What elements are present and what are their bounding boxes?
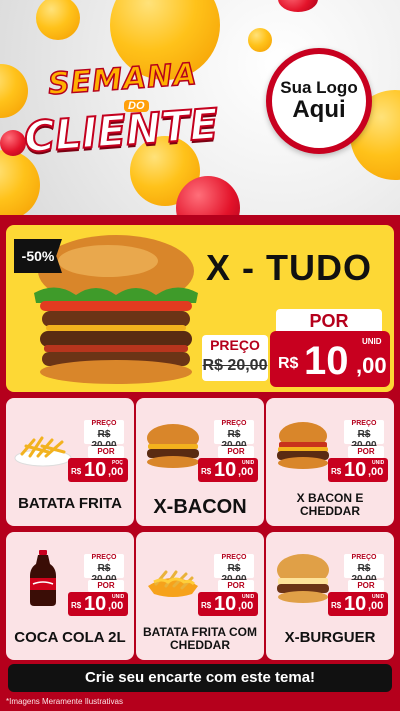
price-cents: ,00	[368, 466, 384, 478]
por-label: POR	[218, 446, 254, 458]
campaign-title: SEMANA DO CLIENTE	[18, 56, 258, 163]
logo-placeholder[interactable]: Sua Logo Aqui	[266, 48, 372, 154]
por-label: POR	[276, 309, 382, 333]
price-tag: R$ 10 UNID ,00	[328, 592, 388, 616]
product-card[interactable]: PREÇO R$ 20,00 POR R$ 10 UNID ,00 COCA C…	[6, 532, 134, 660]
product-name: COCA COLA 2L	[14, 629, 126, 646]
old-price-box: PREÇO R$ 20,00	[344, 420, 384, 451]
price-tag: R$ 10 UNID ,00	[198, 592, 258, 616]
product-card[interactable]: PREÇO R$ 20,00 POR R$ 10 UNID ,00 X-BACO…	[136, 398, 264, 526]
old-price-box: PREÇO R$ 20,00	[214, 420, 254, 451]
old-price-box: PREÇO R$ 20,00	[84, 554, 124, 585]
unit-label: UNID	[362, 337, 382, 346]
price-cents: ,00	[368, 600, 384, 612]
heart-emoji-decoration	[278, 0, 318, 12]
fries-cheddar-icon	[148, 570, 198, 597]
create-flyer-button[interactable]: Crie seu encarte com este tema!	[8, 664, 392, 692]
price-cents: ,00	[356, 353, 387, 378]
product-name: X-BACON	[153, 496, 247, 518]
price-integer: 10	[304, 339, 349, 383]
price-integer: 10	[214, 459, 237, 481]
preco-label: PREÇO	[91, 420, 117, 427]
por-label: POR	[348, 580, 384, 592]
preco-label: PREÇO	[351, 554, 377, 561]
price-integer: 10	[84, 593, 107, 615]
por-label: POR	[348, 446, 384, 458]
emoji-decoration	[36, 0, 80, 40]
burger-icon	[147, 424, 199, 468]
price-tag: R$ 10 POÇ ,00	[68, 458, 128, 482]
product-card[interactable]: PREÇO R$ 20,00 POR R$ 10 POÇ ,00 BATATA …	[6, 398, 134, 526]
fries-icon	[14, 436, 72, 467]
price-cents: ,00	[108, 466, 124, 478]
old-price-box: PREÇO R$ 20,00	[84, 420, 124, 451]
price-integer: 10	[84, 459, 107, 481]
title-top-text: SEMANA	[46, 56, 199, 103]
product-grid: PREÇO R$ 20,00 POR R$ 10 POÇ ,00 BATATA …	[4, 398, 396, 660]
footnote: *Imagens Meramente Ilustrativas	[6, 697, 123, 706]
preco-label: PREÇO	[210, 337, 260, 353]
product-name: BATATA FRITA	[18, 495, 122, 512]
currency-symbol: R$	[71, 467, 82, 476]
header-banner: SEMANA DO CLIENTE Sua Logo Aqui	[0, 0, 400, 215]
old-price-box: PREÇO R$ 20,00	[344, 554, 384, 585]
product-name: BATATA FRITA COM CHEDDAR	[143, 625, 257, 653]
price-cents: ,00	[108, 600, 124, 612]
emoji-decoration	[248, 28, 272, 52]
featured-price-tag: R$ 10 UNID ,00	[270, 331, 390, 387]
price-integer: 10	[344, 459, 367, 481]
product-card[interactable]: PREÇO R$ 20,00 POR R$ 10 UNID ,00 BATATA…	[136, 532, 264, 660]
old-price-box: PREÇO R$ 20,00	[214, 554, 254, 585]
preco-label: PREÇO	[221, 554, 247, 561]
product-name: X-BURGUER	[284, 629, 376, 646]
price-tag: R$ 10 UNID ,00	[68, 592, 128, 616]
soda-bottle-icon	[30, 550, 56, 606]
currency-symbol: R$	[201, 601, 212, 610]
old-price: R$ 20,00	[202, 357, 268, 374]
por-label: POR	[218, 580, 254, 592]
price-integer: 10	[344, 593, 367, 615]
currency-symbol: R$	[331, 601, 342, 610]
product-card[interactable]: PREÇO R$ 20,00 POR R$ 10 UNID ,00 X BACO…	[266, 398, 394, 526]
price-integer: 10	[214, 593, 237, 615]
price-cents: ,00	[238, 466, 254, 478]
burger-icon	[277, 422, 329, 469]
featured-old-price-box: PREÇO R$ 20,00	[202, 335, 268, 381]
preco-label: PREÇO	[221, 420, 247, 427]
discount-badge: -50%	[14, 239, 62, 273]
logo-line1: Sua Logo	[280, 78, 358, 98]
currency-symbol: R$	[278, 355, 299, 372]
burger-icon	[277, 554, 329, 603]
currency-symbol: R$	[71, 601, 82, 610]
preco-label: PREÇO	[91, 554, 117, 561]
por-label: POR	[88, 580, 124, 592]
currency-symbol: R$	[201, 467, 212, 476]
currency-symbol: R$	[331, 467, 342, 476]
featured-product-card[interactable]: -50% X - TUDO PREÇO R$ 20,00 POR R$ 10 U…	[6, 225, 394, 392]
product-card[interactable]: PREÇO R$ 20,00 POR R$ 10 UNID ,00 X-BURG…	[266, 532, 394, 660]
product-name: X BACON E CHEDDAR	[296, 491, 364, 519]
price-tag: R$ 10 UNID ,00	[328, 458, 388, 482]
featured-product-name: X - TUDO	[206, 247, 372, 288]
preco-label: PREÇO	[351, 420, 377, 427]
price-tag: R$ 10 UNID ,00	[198, 458, 258, 482]
por-label: POR	[88, 446, 124, 458]
title-bottom-text: CLIENTE	[22, 98, 221, 162]
logo-line2: Aqui	[292, 96, 346, 124]
price-cents: ,00	[238, 600, 254, 612]
